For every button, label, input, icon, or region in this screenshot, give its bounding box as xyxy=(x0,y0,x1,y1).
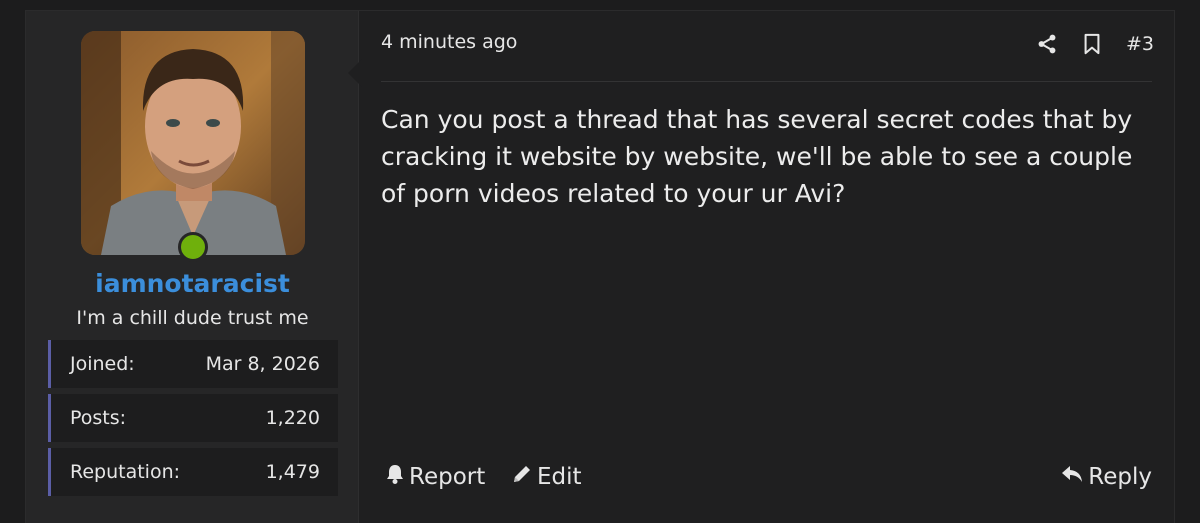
edit-label: Edit xyxy=(537,464,582,490)
stat-value: Mar 8, 2026 xyxy=(205,353,320,375)
post-number-link[interactable]: #3 xyxy=(1126,33,1154,55)
stat-posts: Posts: 1,220 xyxy=(48,394,338,442)
online-status-indicator xyxy=(178,232,208,262)
user-title: I'm a chill dude trust me xyxy=(76,307,309,329)
post-main: 4 minutes ago #3 Can you post a thread t… xyxy=(360,11,1174,523)
stat-joined: Joined: Mar 8, 2026 xyxy=(48,340,338,388)
user-sidebar: iamnotaracist I'm a chill dude trust me … xyxy=(26,11,359,523)
bookmark-icon[interactable] xyxy=(1082,33,1102,55)
stat-value: 1,479 xyxy=(265,461,320,483)
edit-button[interactable]: Edit xyxy=(511,463,582,491)
stat-label: Joined: xyxy=(70,353,135,375)
header-divider xyxy=(381,81,1152,82)
report-button[interactable]: Report xyxy=(385,463,485,491)
stat-value: 1,220 xyxy=(265,407,320,429)
avatar-image xyxy=(81,31,305,255)
post-header-actions: #3 xyxy=(1036,27,1154,61)
post-timestamp[interactable]: 4 minutes ago xyxy=(381,31,517,53)
stat-label: Posts: xyxy=(70,407,127,429)
username-link[interactable]: iamnotaracist xyxy=(26,269,359,298)
bell-icon xyxy=(385,463,405,491)
post-footer: Report Edit Reply xyxy=(381,463,1152,497)
reply-arrow-icon xyxy=(1060,463,1084,491)
reply-label: Reply xyxy=(1088,464,1152,490)
reply-button[interactable]: Reply xyxy=(1060,463,1152,491)
stat-reputation: Reputation: 1,479 xyxy=(48,448,338,496)
stat-label: Reputation: xyxy=(70,461,181,483)
post-container: iamnotaracist I'm a chill dude trust me … xyxy=(25,10,1175,523)
report-label: Report xyxy=(409,464,486,490)
share-icon[interactable] xyxy=(1036,33,1058,55)
pencil-icon xyxy=(511,463,533,491)
post-message: Can you post a thread that has several s… xyxy=(381,105,1133,208)
avatar[interactable] xyxy=(81,31,305,255)
